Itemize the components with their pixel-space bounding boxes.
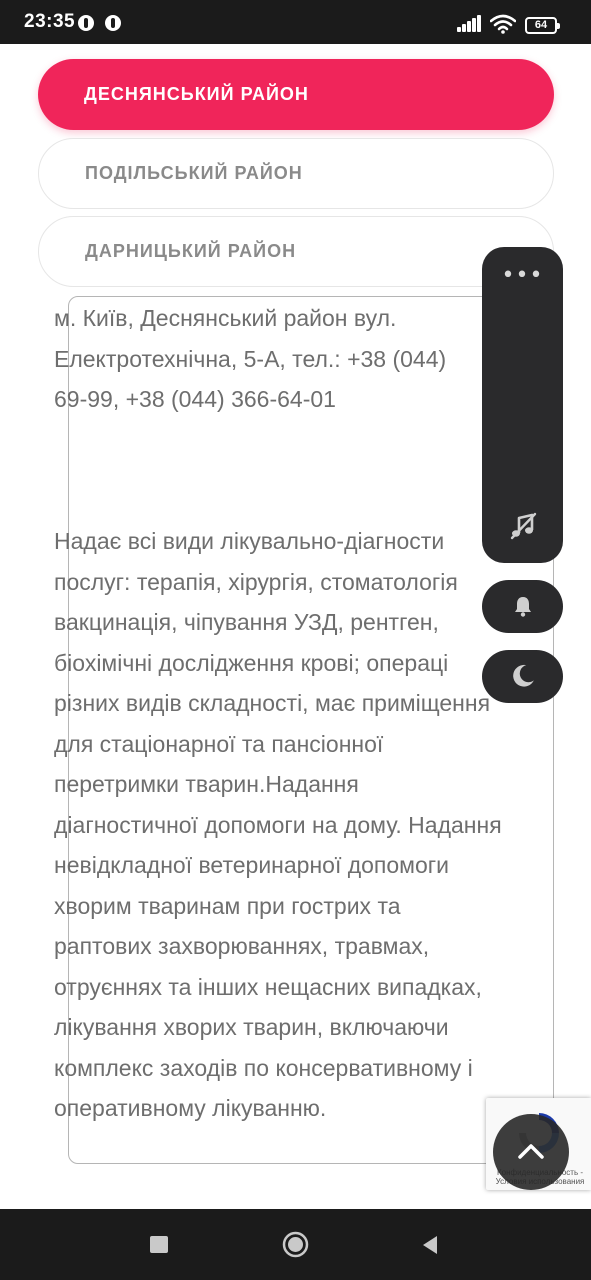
description-line: для стаціонарної та пансіонної <box>54 730 384 757</box>
signal-icon <box>457 14 483 32</box>
address-line: Електротехнічна, 5-А, тел.: +38 (044) <box>54 345 447 372</box>
more-menu-icon[interactable]: ••• <box>482 263 563 288</box>
system-nav-bar <box>0 1209 591 1280</box>
address-line: м. Київ, Деснянський район вул. <box>54 305 397 331</box>
district-tab-podilskyi[interactable]: ПОДІЛЬСЬКИЙ РАЙОН <box>38 138 554 209</box>
chevron-up-icon <box>518 1144 544 1159</box>
description-line: лікування хворих тварин, включаючи <box>54 1014 449 1040</box>
description-line: біохімічні дослідження крові; операці <box>54 649 449 676</box>
moon-icon <box>513 664 534 687</box>
status-bar: 23:35 64 <box>0 0 591 44</box>
description-line: раптових захворюваннях, травмах, <box>54 933 430 959</box>
bell-icon <box>515 597 531 617</box>
address-line: 69-99, +38 (044) 366-64-01 <box>54 386 336 412</box>
description-line: Надає всі види лікувально-діагности <box>54 528 445 554</box>
scroll-top-button[interactable] <box>493 1114 569 1190</box>
description-line: невідкладної ветеринарної допомоги <box>54 852 450 878</box>
pinterest-icon <box>105 15 121 31</box>
description-line: послуг: терапія, хірургія, стоматологія <box>54 568 458 595</box>
description-line: комплекс заходів по консервативному і <box>54 1054 473 1081</box>
district-tab-darnytskyi[interactable]: ДАРНИЦЬКИЙ РАЙОН <box>38 216 554 287</box>
battery-icon: 64 <box>525 17 560 34</box>
description-line: хворим тваринам при гострих та <box>54 892 401 919</box>
music-off-icon[interactable] <box>508 511 538 541</box>
district-tab-desnianskyi[interactable]: ДЕСНЯНСЬКИЙ РАЙОН <box>38 59 554 130</box>
description-line: оперативному лікуванню. <box>54 1095 327 1121</box>
status-time: 23:35 <box>24 11 76 32</box>
description-line: перетримки тварин.Надання <box>54 771 359 797</box>
description-line: різних видів складності, має приміщення <box>54 690 491 716</box>
description-text: Надає всі види лікувально-діагности посл… <box>54 521 554 1129</box>
dark-mode-button[interactable] <box>482 650 563 703</box>
floating-panel: ••• <box>482 247 563 563</box>
pinterest-icon <box>78 15 94 31</box>
description-line: вакцинація, чіпування УЗД, рентген, <box>54 609 439 635</box>
description-line: отруєннях та інших нещасних випадках, <box>54 973 482 1000</box>
wifi-icon <box>490 14 516 34</box>
description-line: діагностичної допомоги на дому. Надання <box>54 811 502 838</box>
address-text: м. Київ, Деснянський район вул. Електрот… <box>54 298 554 420</box>
back-icon[interactable] <box>420 1235 440 1255</box>
notifications-button[interactable] <box>482 580 563 633</box>
home-icon[interactable] <box>282 1231 309 1258</box>
recent-apps-icon[interactable] <box>150 1236 168 1253</box>
